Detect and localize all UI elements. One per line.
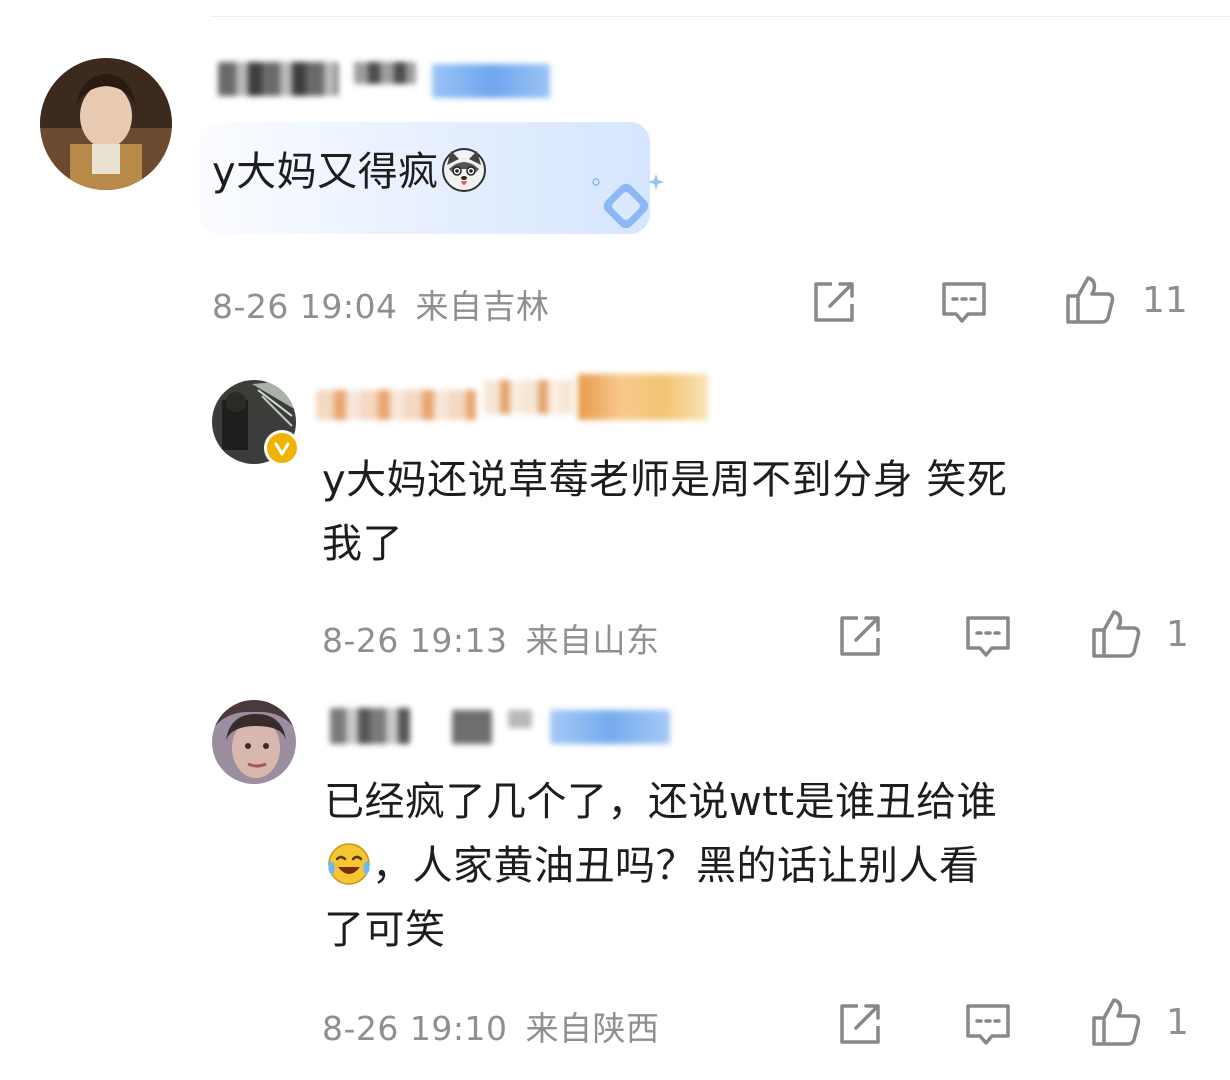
username-redacted[interactable] (316, 374, 716, 428)
comment-icon (942, 282, 986, 323)
comment-meta: 8-26 19:13 来自山东 (322, 614, 678, 662)
comment-text: 已经疯了几个了，还说wtt是谁丑给谁 ，人家黄油丑吗？黑的话让别人看 了可笑 (324, 770, 1204, 962)
like-button[interactable] (1090, 996, 1142, 1048)
top-divider (210, 16, 1230, 17)
husky-face-emoji (441, 147, 487, 193)
share-button[interactable] (834, 998, 886, 1050)
username-redacted[interactable] (322, 706, 682, 750)
laughing-crying-emoji (326, 841, 372, 887)
comment-icon (966, 616, 1010, 657)
comment-text-line: y大妈还说草莓老师是周不到分身 笑死 (322, 457, 1008, 503)
comment-location: 来自吉林 (415, 287, 550, 326)
bubble-diamond-decoration-icon (592, 174, 664, 229)
comment-text-line: 已经疯了几个了，还说wtt是谁丑给谁 (324, 779, 998, 825)
like-button[interactable] (1090, 608, 1142, 660)
share-button[interactable] (808, 276, 860, 328)
comment-text-line: 我了 (322, 521, 403, 567)
username-redacted[interactable] (214, 60, 554, 100)
reply-button[interactable] (938, 276, 990, 328)
like-count: 1 (1166, 614, 1189, 655)
comment-location: 来自陕西 (525, 1009, 660, 1048)
reply-button[interactable] (962, 610, 1014, 662)
like-count: 1 (1166, 1002, 1189, 1043)
like-button[interactable] (1064, 274, 1116, 326)
share-icon (840, 616, 880, 656)
comment-time: 8-26 19:13 (322, 621, 508, 660)
comment-meta: 8-26 19:04 来自吉林 (212, 280, 568, 328)
thumbs-up-icon (1092, 998, 1141, 1046)
comment-text-line: ，人家黄油丑吗？黑的话让别人看 (372, 843, 980, 889)
comment-text-line: y大妈又得疯 (212, 149, 439, 195)
share-button[interactable] (834, 610, 886, 662)
avatar[interactable] (40, 58, 172, 190)
share-icon (814, 282, 854, 322)
like-count: 11 (1142, 280, 1188, 321)
comment-meta: 8-26 19:10 来自陕西 (322, 1002, 678, 1050)
share-icon (840, 1004, 880, 1044)
comment-location: 来自山东 (525, 621, 660, 660)
avatar[interactable] (212, 700, 296, 784)
comment-time: 8-26 19:04 (212, 287, 398, 326)
reply-button[interactable] (962, 998, 1014, 1050)
comment-text-line: 了可笑 (324, 907, 446, 953)
comment-text: y大妈又得疯 (212, 140, 487, 204)
comment-time: 8-26 19:10 (322, 1009, 508, 1048)
comment-text: y大妈还说草莓老师是周不到分身 笑死 我了 (322, 448, 1202, 576)
verified-badge-icon (268, 434, 296, 462)
thumbs-up-icon (1092, 610, 1141, 658)
thumbs-up-icon (1066, 276, 1115, 324)
verified-badge (264, 430, 300, 466)
comment-icon (966, 1004, 1010, 1045)
